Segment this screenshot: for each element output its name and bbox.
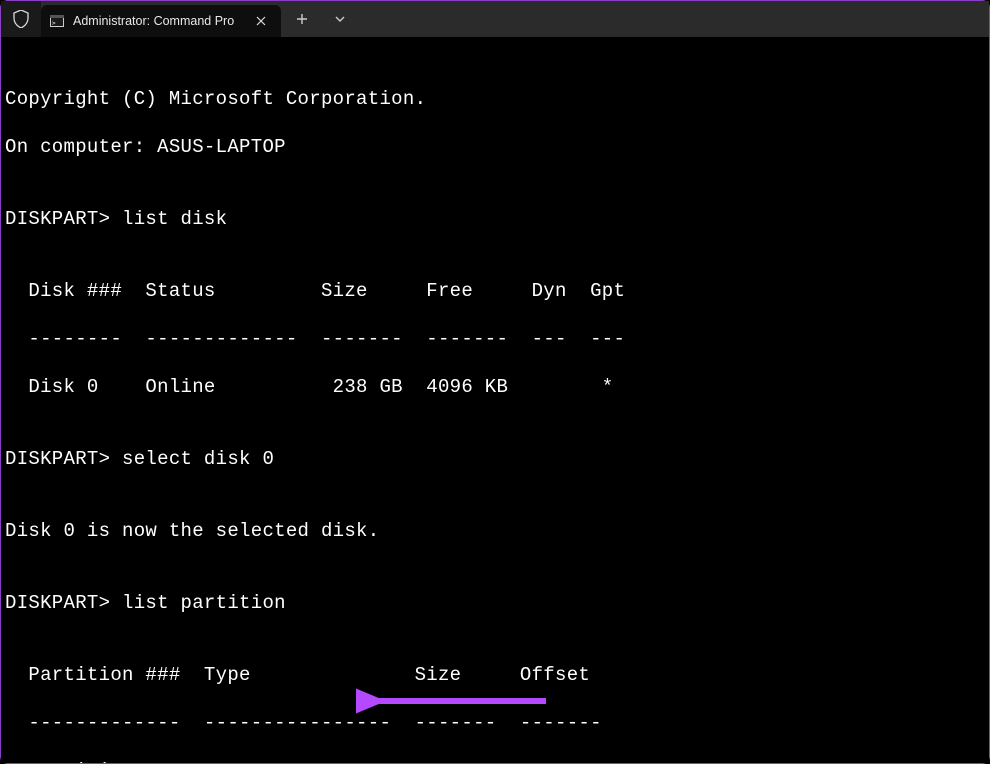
close-icon[interactable] <box>251 11 271 31</box>
new-tab-button[interactable] <box>285 5 319 33</box>
prompt-line: DISKPART> select disk 0 <box>5 447 985 471</box>
prompt-line: DISKPART> list partition <box>5 591 985 615</box>
terminal-output[interactable]: Copyright (C) Microsoft Corporation. On … <box>1 37 989 763</box>
shield-icon <box>1 1 41 37</box>
table-divider: -------- ------------- ------- ------- -… <box>5 327 985 351</box>
table-row: Partition 1 System 260 MB 1024 KB <box>5 759 985 763</box>
output-line: Copyright (C) Microsoft Corporation. <box>5 87 985 111</box>
table-divider: ------------- ---------------- ------- -… <box>5 711 985 735</box>
titlebar: >_ Administrator: Command Pro <box>1 1 989 37</box>
output-line: On computer: ASUS-LAPTOP <box>5 135 985 159</box>
tab-dropdown-button[interactable] <box>323 5 357 33</box>
table-header: Disk ### Status Size Free Dyn Gpt <box>5 279 985 303</box>
tab-active[interactable]: >_ Administrator: Command Pro <box>41 5 281 37</box>
tab-title: Administrator: Command Pro <box>73 14 243 28</box>
titlebar-actions <box>281 1 989 37</box>
cmd-icon: >_ <box>49 13 65 29</box>
table-header: Partition ### Type Size Offset <box>5 663 985 687</box>
svg-text:>_: >_ <box>52 20 60 27</box>
prompt-line: DISKPART> list disk <box>5 207 985 231</box>
table-row: Disk 0 Online 238 GB 4096 KB * <box>5 375 985 399</box>
output-line: Disk 0 is now the selected disk. <box>5 519 985 543</box>
